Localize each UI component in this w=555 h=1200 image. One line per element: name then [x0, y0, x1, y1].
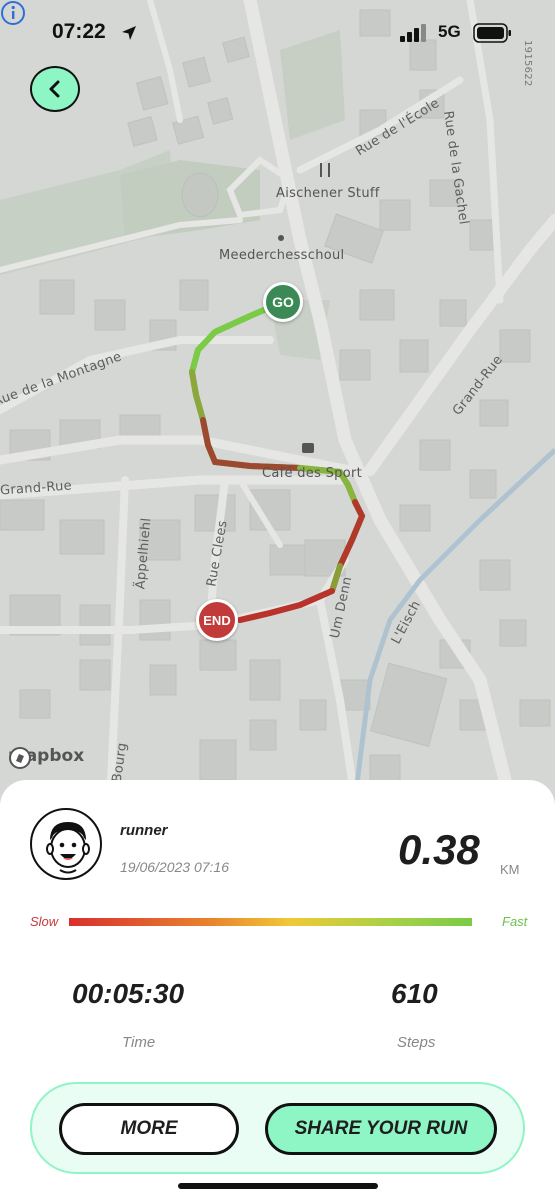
location-arrow-icon: [122, 26, 136, 40]
signal-icon: [400, 24, 426, 42]
poi-label-cafe: Café des Sport: [262, 466, 363, 481]
route-map[interactable]: Rue de l'École Rue de la Gachel 1915622 …: [0, 0, 555, 800]
battery-icon: [473, 23, 511, 43]
end-marker[interactable]: END: [196, 599, 238, 641]
more-button[interactable]: MORE: [59, 1103, 239, 1155]
distance-unit: KM: [500, 862, 520, 877]
share-run-button[interactable]: SHARE YOUR RUN: [265, 1103, 497, 1155]
start-marker-label: GO: [272, 294, 294, 310]
status-bar: 07:22 5G: [0, 0, 555, 64]
speed-legend-fast: Fast: [502, 914, 528, 929]
mapbox-icon: [9, 747, 31, 769]
time-value: 00:05:30: [72, 978, 185, 1009]
steps-value: 610: [391, 978, 438, 1009]
run-date: 19/06/2023 07:16: [120, 859, 229, 875]
mapbox-logo[interactable]: mapbox: [8, 746, 84, 769]
chevron-left-icon: [49, 80, 60, 98]
home-indicator[interactable]: [178, 1183, 378, 1189]
start-marker[interactable]: GO: [263, 282, 303, 322]
distance-value: 0.38: [398, 826, 480, 873]
time-label: Time: [122, 1034, 156, 1051]
steps-label: Steps: [397, 1034, 436, 1051]
speed-legend-slow: Slow: [30, 914, 59, 929]
avatar: [30, 808, 102, 880]
back-button[interactable]: [30, 66, 80, 112]
runner-name: runner: [120, 822, 168, 839]
poi-label-school: Meederchesschoul: [219, 248, 345, 263]
speed-gradient-bar: [69, 918, 472, 926]
status-time: 07:22: [52, 20, 106, 43]
poi-label-restaurant: Aischener Stuff: [276, 186, 380, 201]
end-marker-label: END: [203, 612, 231, 628]
network-type: 5G: [438, 22, 461, 41]
